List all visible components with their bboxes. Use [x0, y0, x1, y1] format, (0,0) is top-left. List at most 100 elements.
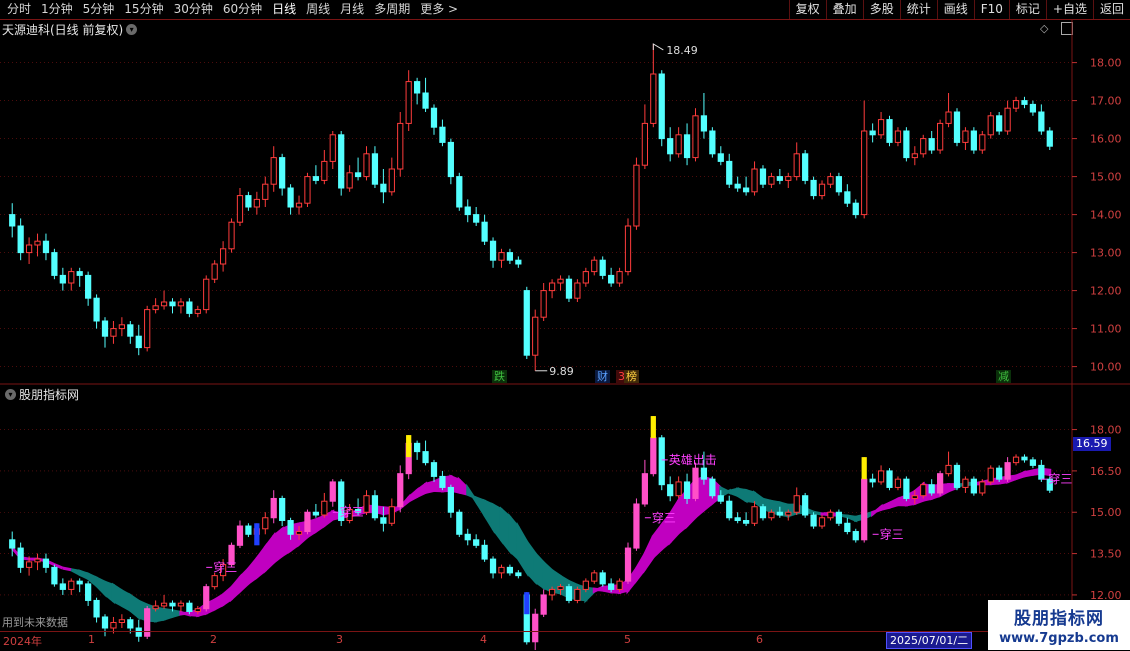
indicator-bar: [1038, 464, 1045, 480]
indicator-bar: [869, 478, 876, 483]
indicator-bar: [608, 583, 615, 590]
candle-body: [962, 130, 969, 143]
candle-body: [262, 183, 269, 200]
indicator-bar: [667, 484, 674, 497]
candle-body: [877, 119, 885, 136]
indicator-bar: [489, 558, 497, 574]
indicator-bar: [236, 525, 244, 546]
year-label: 2024年: [3, 635, 42, 648]
indicator-bar: [262, 517, 269, 530]
indicator-bar: [886, 470, 893, 488]
candle-body: [506, 252, 514, 261]
indicator-bar: [996, 467, 1003, 480]
candle-body: [1029, 103, 1037, 113]
candle-body: [523, 290, 530, 356]
y-tick-label: 16.00: [1090, 133, 1122, 146]
signal-label: 穿三: [880, 526, 904, 541]
candle-body: [228, 221, 235, 250]
candle-body: [447, 141, 454, 178]
indicator-bar: [118, 619, 125, 623]
y-tick-label: 11.00: [1090, 323, 1122, 336]
candle-body: [532, 316, 539, 356]
indicator-bar: [650, 437, 657, 475]
indicator-bar: [861, 478, 868, 541]
candle-body: [667, 138, 674, 155]
date-axis: 2024年 1 2 3 4 5 6 2025/07/01/二: [0, 631, 1130, 651]
candle-body: [658, 73, 665, 140]
indicator-bar: [742, 520, 750, 524]
candle-body: [321, 160, 328, 181]
candle-body: [101, 320, 109, 337]
y-tick-label: 17.00: [1090, 95, 1122, 108]
indicator-bar: [540, 594, 547, 615]
indicator-bar: [312, 511, 320, 516]
indicator-bar: [245, 525, 252, 535]
candle-body: [329, 134, 336, 162]
candle-body: [751, 168, 758, 193]
candle-body: [548, 282, 556, 292]
indicator-bar: [430, 462, 438, 477]
kline-chart[interactable]: 18.00 17.00 16.00 15.00 14.00 13.00 12.00 11.00…: [0, 0, 1130, 650]
indicator-bar: [194, 608, 201, 612]
indicator-bar: [481, 544, 488, 560]
site-watermark: 股朋指标网 www.7gpzb.com: [988, 600, 1130, 650]
indicator-bar: [447, 486, 454, 513]
month-label: 4: [480, 633, 487, 646]
candle-body: [709, 130, 716, 155]
candle-body: [1012, 100, 1020, 109]
candle-body: [945, 111, 952, 124]
indicator-bar: [321, 500, 328, 516]
candle-body: [110, 328, 117, 337]
indicator-bar: [591, 572, 598, 582]
indicator-bar: [970, 478, 977, 494]
indicator-bar: [388, 506, 395, 524]
candle-body: [456, 176, 463, 208]
indicator-bar: [1021, 456, 1028, 461]
indicator-bar: [776, 511, 783, 516]
candle-body: [827, 176, 834, 185]
candle-body: [25, 244, 33, 254]
candle-body: [1046, 130, 1053, 147]
month-label: 2: [210, 633, 217, 646]
event-badge[interactable]: 榜: [624, 370, 639, 383]
indicator-bar: [127, 619, 134, 629]
candle-body: [953, 111, 961, 143]
indicator-bar: [852, 531, 859, 541]
indicator-bar: [287, 520, 294, 535]
event-badge[interactable]: 财: [595, 370, 610, 383]
indicator-bar: [464, 533, 471, 541]
indicator-bar: [498, 566, 505, 574]
candle-body: [295, 202, 303, 208]
signal-bar: [861, 457, 867, 480]
indicator-bar: [203, 586, 210, 610]
candle-body: [219, 248, 227, 265]
indicator-bar: [397, 473, 404, 508]
indicator-bar: [599, 572, 606, 585]
candle-body: [903, 130, 910, 159]
watermark-title: 股朋指标网: [1014, 609, 1104, 629]
indicator-bar: [439, 475, 446, 488]
indicator-bar: [987, 467, 994, 483]
indicator-bar: [456, 511, 463, 535]
indicator-bar: [844, 522, 851, 533]
candle-body: [76, 271, 83, 276]
indicator-bar: [937, 473, 944, 494]
candle-body: [34, 240, 41, 246]
candle-body: [726, 160, 733, 185]
indicator-bar: [93, 599, 100, 618]
indicator-bar: [17, 547, 24, 568]
signal-label: 英雄出击: [669, 452, 717, 467]
watermark-url: www.7gpzb.com: [999, 631, 1119, 646]
indicator-bar: [979, 481, 986, 494]
candle-body: [489, 240, 497, 261]
candle-body: [346, 172, 353, 189]
indicator-bar: [641, 473, 648, 505]
event-badge[interactable]: 跌: [492, 370, 507, 383]
indicator-bar: [380, 517, 387, 524]
candle-body: [118, 324, 125, 330]
event-badge[interactable]: 减: [996, 370, 1011, 383]
indicator-bar: [700, 467, 708, 480]
indicator-bar: [169, 602, 176, 607]
high-price-label: 18.49: [666, 44, 698, 57]
candle-body: [287, 187, 294, 208]
